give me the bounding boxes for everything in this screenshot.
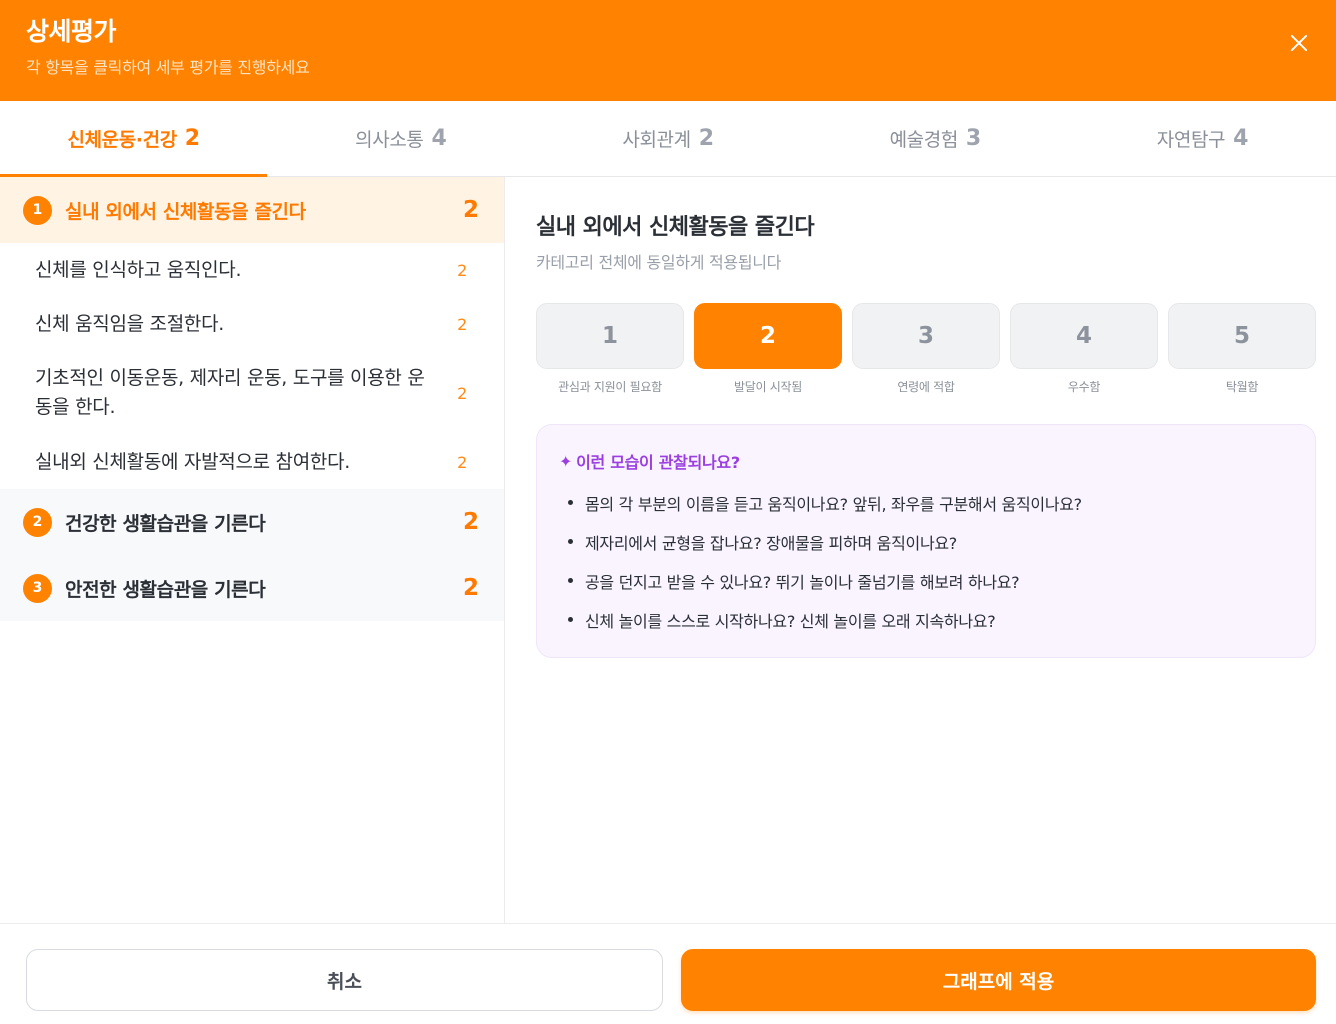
- score-button[interactable]: 3: [852, 303, 1000, 369]
- score-selector: 1 관심과 지원이 필요함 2 발달이 시작됨 3 연령에 적합 4 우수함 5…: [536, 303, 1316, 395]
- criteria-item-score: 2: [457, 452, 467, 472]
- criteria-group-3[interactable]: 3 안전한 생활습관을 기른다 2: [0, 555, 504, 621]
- detail-subtitle: 카테고리 전체에 동일하게 적용됩니다: [536, 253, 782, 272]
- criteria-group-2[interactable]: 2 건강한 생활습관을 기른다 2: [0, 489, 504, 555]
- tab-communication[interactable]: 의사소통 4: [267, 101, 534, 176]
- score-caption: 발달이 시작됨: [734, 380, 802, 394]
- modal-footer: 취소 그래프에 적용: [0, 923, 1336, 1024]
- tab-score: 2: [698, 126, 714, 151]
- tab-score: 4: [431, 126, 447, 151]
- score-option-5: 5 탁월함: [1168, 303, 1316, 395]
- criteria-item-score: 2: [457, 314, 467, 334]
- score-option-4: 4 우수함: [1010, 303, 1158, 395]
- criteria-item[interactable]: 실내외 신체활동에 자발적으로 참여한다. 2: [0, 435, 504, 489]
- score-caption: 연령에 적합: [897, 380, 955, 394]
- score-button[interactable]: 4: [1010, 303, 1158, 369]
- apply-to-graph-button[interactable]: 그래프에 적용: [681, 949, 1316, 1011]
- tab-social-relations[interactable]: 사회관계 2: [534, 101, 801, 176]
- criteria-list: 1 실내 외에서 신체활동을 즐긴다 2 신체를 인식하고 움직인다. 2 신체…: [0, 177, 505, 923]
- tab-label: 신체운동·건강: [67, 129, 177, 151]
- tab-score: 2: [184, 126, 200, 151]
- group-score: 2: [462, 197, 479, 223]
- score-caption: 우수함: [1067, 380, 1101, 394]
- tab-score: 3: [965, 126, 981, 151]
- criteria-item-label: 신체 움직임을 조절한다.: [35, 312, 225, 335]
- modal-title: 상세평가: [26, 17, 117, 46]
- score-option-2: 2 발달이 시작됨: [694, 303, 842, 395]
- cancel-button[interactable]: 취소: [26, 949, 663, 1011]
- criteria-item-label: 실내외 신체활동에 자발적으로 참여한다.: [35, 450, 351, 473]
- observation-list: 몸의 각 부분의 이름을 듣고 움직이나요? 앞뒤, 좌우를 구분해서 움직이나…: [565, 491, 1082, 647]
- detail-panel: 실내 외에서 신체활동을 즐긴다 카테고리 전체에 동일하게 적용됩니다 1 관…: [506, 177, 1336, 923]
- criteria-group-1[interactable]: 1 실내 외에서 신체활동을 즐긴다 2: [0, 177, 504, 243]
- tab-nature-exploration[interactable]: 자연탐구 4: [1069, 101, 1336, 176]
- observation-question: 신체 놀이를 스스로 시작하나요? 신체 놀이를 오래 지속하나요?: [565, 608, 1082, 647]
- observation-box: ✦ 이런 모습이 관찰되나요? 몸의 각 부분의 이름을 듣고 움직이나요? 앞…: [536, 424, 1316, 658]
- group-score: 2: [462, 509, 479, 535]
- group-number-badge: 3: [23, 573, 52, 603]
- criteria-item-score: 2: [457, 383, 467, 403]
- detail-title: 실내 외에서 신체활동을 즐긴다: [536, 215, 815, 240]
- criteria-item-label: 신체를 인식하고 움직인다.: [35, 258, 242, 281]
- observation-heading-text: 이런 모습이 관찰되나요?: [576, 453, 740, 472]
- score-caption: 관심과 지원이 필요함: [558, 380, 662, 394]
- observation-question: 공을 던지고 받을 수 있나요? 뛰기 놀이나 줄넘기를 해보려 하나요?: [565, 569, 1082, 608]
- score-option-3: 3 연령에 적합: [852, 303, 1000, 395]
- modal-header: 상세평가 각 항목을 클릭하여 세부 평가를 진행하세요: [0, 0, 1336, 101]
- tab-label: 예술경험: [889, 129, 959, 151]
- group-score: 2: [462, 575, 479, 601]
- score-caption: 탁월함: [1225, 380, 1259, 394]
- group-label: 안전한 생활습관을 기른다: [65, 578, 266, 601]
- tab-label: 의사소통: [355, 129, 424, 151]
- score-button[interactable]: 2: [694, 303, 842, 369]
- tab-physical-health[interactable]: 신체운동·건강 2: [0, 101, 268, 177]
- group-number-badge: 2: [23, 507, 52, 537]
- score-option-1: 1 관심과 지원이 필요함: [536, 303, 684, 395]
- score-button[interactable]: 5: [1168, 303, 1316, 369]
- score-button[interactable]: 1: [536, 303, 684, 369]
- group-label: 실내 외에서 신체활동을 즐긴다: [65, 200, 306, 223]
- group-number-badge: 1: [23, 195, 52, 225]
- criteria-item[interactable]: 신체 움직임을 조절한다. 2: [0, 297, 504, 351]
- observation-heading: ✦ 이런 모습이 관찰되나요?: [559, 449, 740, 473]
- group-label: 건강한 생활습관을 기른다: [65, 512, 266, 535]
- tab-art-experience[interactable]: 예술경험 3: [802, 101, 1069, 176]
- modal-subtitle: 각 항목을 클릭하여 세부 평가를 진행하세요: [26, 58, 310, 77]
- tab-label: 자연탐구: [1156, 129, 1226, 151]
- criteria-item[interactable]: 기초적인 이동운동, 제자리 운동, 도구를 이용한 운동을 한다. 2: [0, 351, 504, 435]
- criteria-item[interactable]: 신체를 인식하고 움직인다. 2: [0, 243, 504, 297]
- close-icon[interactable]: [1284, 28, 1314, 58]
- criteria-item-score: 2: [457, 260, 467, 280]
- tab-label: 사회관계: [622, 129, 691, 151]
- tab-score: 4: [1233, 126, 1249, 151]
- sparkle-icon: ✦: [559, 451, 573, 471]
- observation-question: 제자리에서 균형을 잡나요? 장애물을 피하며 움직이나요?: [565, 530, 1082, 569]
- observation-question: 몸의 각 부분의 이름을 듣고 움직이나요? 앞뒤, 좌우를 구분해서 움직이나…: [565, 491, 1082, 530]
- criteria-item-label: 기초적인 이동운동, 제자리 운동, 도구를 이용한 운동을 한다.: [35, 367, 425, 418]
- category-tabs: 신체운동·건강 2 의사소통 4 사회관계 2 예술경험 3 자연탐구 4: [0, 101, 1336, 177]
